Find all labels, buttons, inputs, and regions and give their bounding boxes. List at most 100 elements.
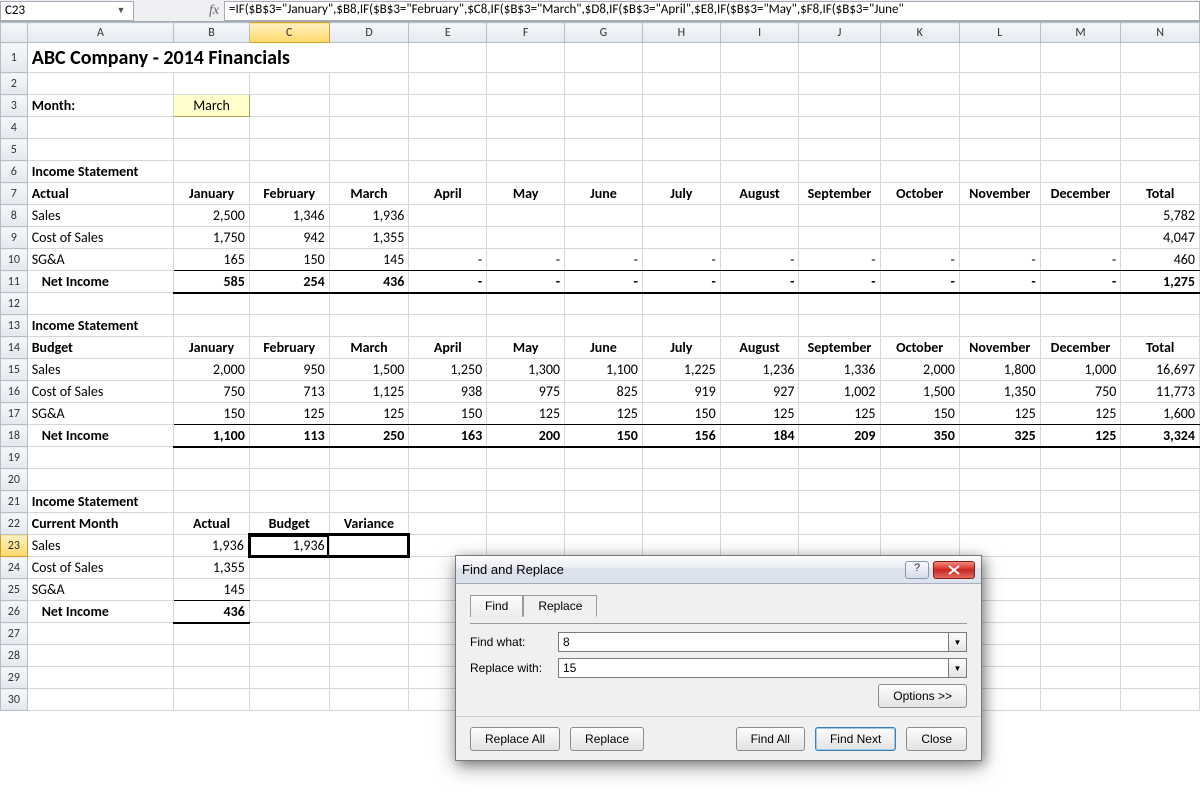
row-header-3[interactable]: 3	[1, 95, 28, 117]
cell-F9[interactable]	[487, 227, 565, 249]
cell-F19[interactable]	[487, 447, 565, 469]
cell-J1[interactable]	[799, 43, 880, 73]
cell-I15[interactable]: 1,236	[720, 359, 799, 381]
cell-H15[interactable]: 1,225	[642, 359, 720, 381]
cell-E1[interactable]	[409, 43, 487, 73]
cell-I16[interactable]: 927	[720, 381, 799, 403]
cell-C19[interactable]	[249, 447, 329, 469]
row-header-30[interactable]: 30	[1, 689, 28, 711]
cell-E21[interactable]	[409, 491, 487, 513]
find-all-button[interactable]: Find All	[736, 727, 805, 751]
cell-H5[interactable]	[642, 139, 720, 161]
cell-A14[interactable]: Budget	[27, 337, 174, 359]
row-header-12[interactable]: 12	[1, 293, 28, 315]
cell-M14[interactable]: December	[1040, 337, 1121, 359]
cell-A22[interactable]: Current Month	[27, 513, 174, 535]
cell-A4[interactable]	[27, 117, 174, 139]
cell-D17[interactable]: 125	[329, 403, 409, 425]
cell-G22[interactable]	[565, 513, 643, 535]
cell-L22[interactable]	[959, 513, 1040, 535]
cell-N16[interactable]: 11,773	[1121, 381, 1200, 403]
column-header-E[interactable]: E	[409, 23, 487, 43]
cell-B4[interactable]	[174, 117, 250, 139]
cell-G14[interactable]: June	[565, 337, 643, 359]
cell-K20[interactable]	[880, 469, 959, 491]
cell-L19[interactable]	[959, 447, 1040, 469]
cell-H7[interactable]: July	[642, 183, 720, 205]
cell-C30[interactable]	[249, 689, 329, 711]
row-header-29[interactable]: 29	[1, 667, 28, 689]
cell-L17[interactable]: 125	[959, 403, 1040, 425]
cell-A30[interactable]	[27, 689, 174, 711]
cell-N6[interactable]	[1121, 161, 1200, 183]
cell-M18[interactable]: 125	[1040, 425, 1121, 447]
cell-C2[interactable]	[249, 73, 329, 95]
cell-D4[interactable]	[329, 117, 409, 139]
cell-B26[interactable]: 436	[174, 601, 250, 623]
cell-G4[interactable]	[565, 117, 643, 139]
cell-I17[interactable]: 125	[720, 403, 799, 425]
cell-A10[interactable]: SG&A	[27, 249, 174, 271]
cell-K4[interactable]	[880, 117, 959, 139]
cell-D30[interactable]	[329, 689, 409, 711]
cell-D24[interactable]	[329, 557, 409, 579]
cell-L3[interactable]	[959, 95, 1040, 117]
cell-J17[interactable]: 125	[799, 403, 880, 425]
cell-I1[interactable]	[720, 43, 799, 73]
cell-N1[interactable]	[1121, 43, 1200, 73]
cell-G9[interactable]	[565, 227, 643, 249]
cell-I18[interactable]: 184	[720, 425, 799, 447]
cell-C24[interactable]	[249, 557, 329, 579]
cell-C18[interactable]: 113	[249, 425, 329, 447]
cell-B3[interactable]: March	[174, 95, 250, 117]
cell-D16[interactable]: 1,125	[329, 381, 409, 403]
row-header-24[interactable]: 24	[1, 557, 28, 579]
cell-F21[interactable]	[487, 491, 565, 513]
cell-J19[interactable]	[799, 447, 880, 469]
find-what-input[interactable]	[558, 632, 949, 652]
cell-H17[interactable]: 150	[642, 403, 720, 425]
cell-F10[interactable]: -	[487, 249, 565, 271]
dialog-titlebar[interactable]: Find and Replace ?	[456, 556, 981, 584]
cell-H4[interactable]	[642, 117, 720, 139]
cell-D25[interactable]	[329, 579, 409, 601]
cell-A20[interactable]	[27, 469, 174, 491]
row-header-11[interactable]: 11	[1, 271, 28, 293]
cell-B12[interactable]	[174, 293, 250, 315]
cell-J20[interactable]	[799, 469, 880, 491]
cell-D10[interactable]: 145	[329, 249, 409, 271]
cell-B18[interactable]: 1,100	[174, 425, 250, 447]
cell-F12[interactable]	[487, 293, 565, 315]
cell-J8[interactable]	[799, 205, 880, 227]
name-box-dropdown-icon[interactable]: ▼	[113, 5, 129, 16]
cell-B23[interactable]: 1,936	[174, 535, 250, 557]
row-header-21[interactable]: 21	[1, 491, 28, 513]
cell-J16[interactable]: 1,002	[799, 381, 880, 403]
cell-C20[interactable]	[249, 469, 329, 491]
cell-C9[interactable]: 942	[249, 227, 329, 249]
column-header-G[interactable]: G	[565, 23, 643, 43]
cell-D14[interactable]: March	[329, 337, 409, 359]
cell-B13[interactable]	[174, 315, 250, 337]
cell-A12[interactable]	[27, 293, 174, 315]
cell-N3[interactable]	[1121, 95, 1200, 117]
cell-B14[interactable]: January	[174, 337, 250, 359]
cell-M17[interactable]: 125	[1040, 403, 1121, 425]
column-header-J[interactable]: J	[799, 23, 880, 43]
cell-D20[interactable]	[329, 469, 409, 491]
cell-D7[interactable]: March	[329, 183, 409, 205]
cell-A26[interactable]: Net Income	[27, 601, 174, 623]
column-header-N[interactable]: N	[1121, 23, 1200, 43]
cell-I23[interactable]	[720, 535, 799, 557]
cell-J23[interactable]	[799, 535, 880, 557]
cell-A11[interactable]: Net Income	[27, 271, 174, 293]
cell-E14[interactable]: April	[409, 337, 487, 359]
cell-D21[interactable]	[329, 491, 409, 513]
cell-E22[interactable]	[409, 513, 487, 535]
row-header-1[interactable]: 1	[1, 43, 28, 73]
cell-N30[interactable]	[1121, 689, 1200, 711]
cell-H19[interactable]	[642, 447, 720, 469]
cell-G11[interactable]: -	[565, 271, 643, 293]
cell-L9[interactable]	[959, 227, 1040, 249]
cell-K14[interactable]: October	[880, 337, 959, 359]
